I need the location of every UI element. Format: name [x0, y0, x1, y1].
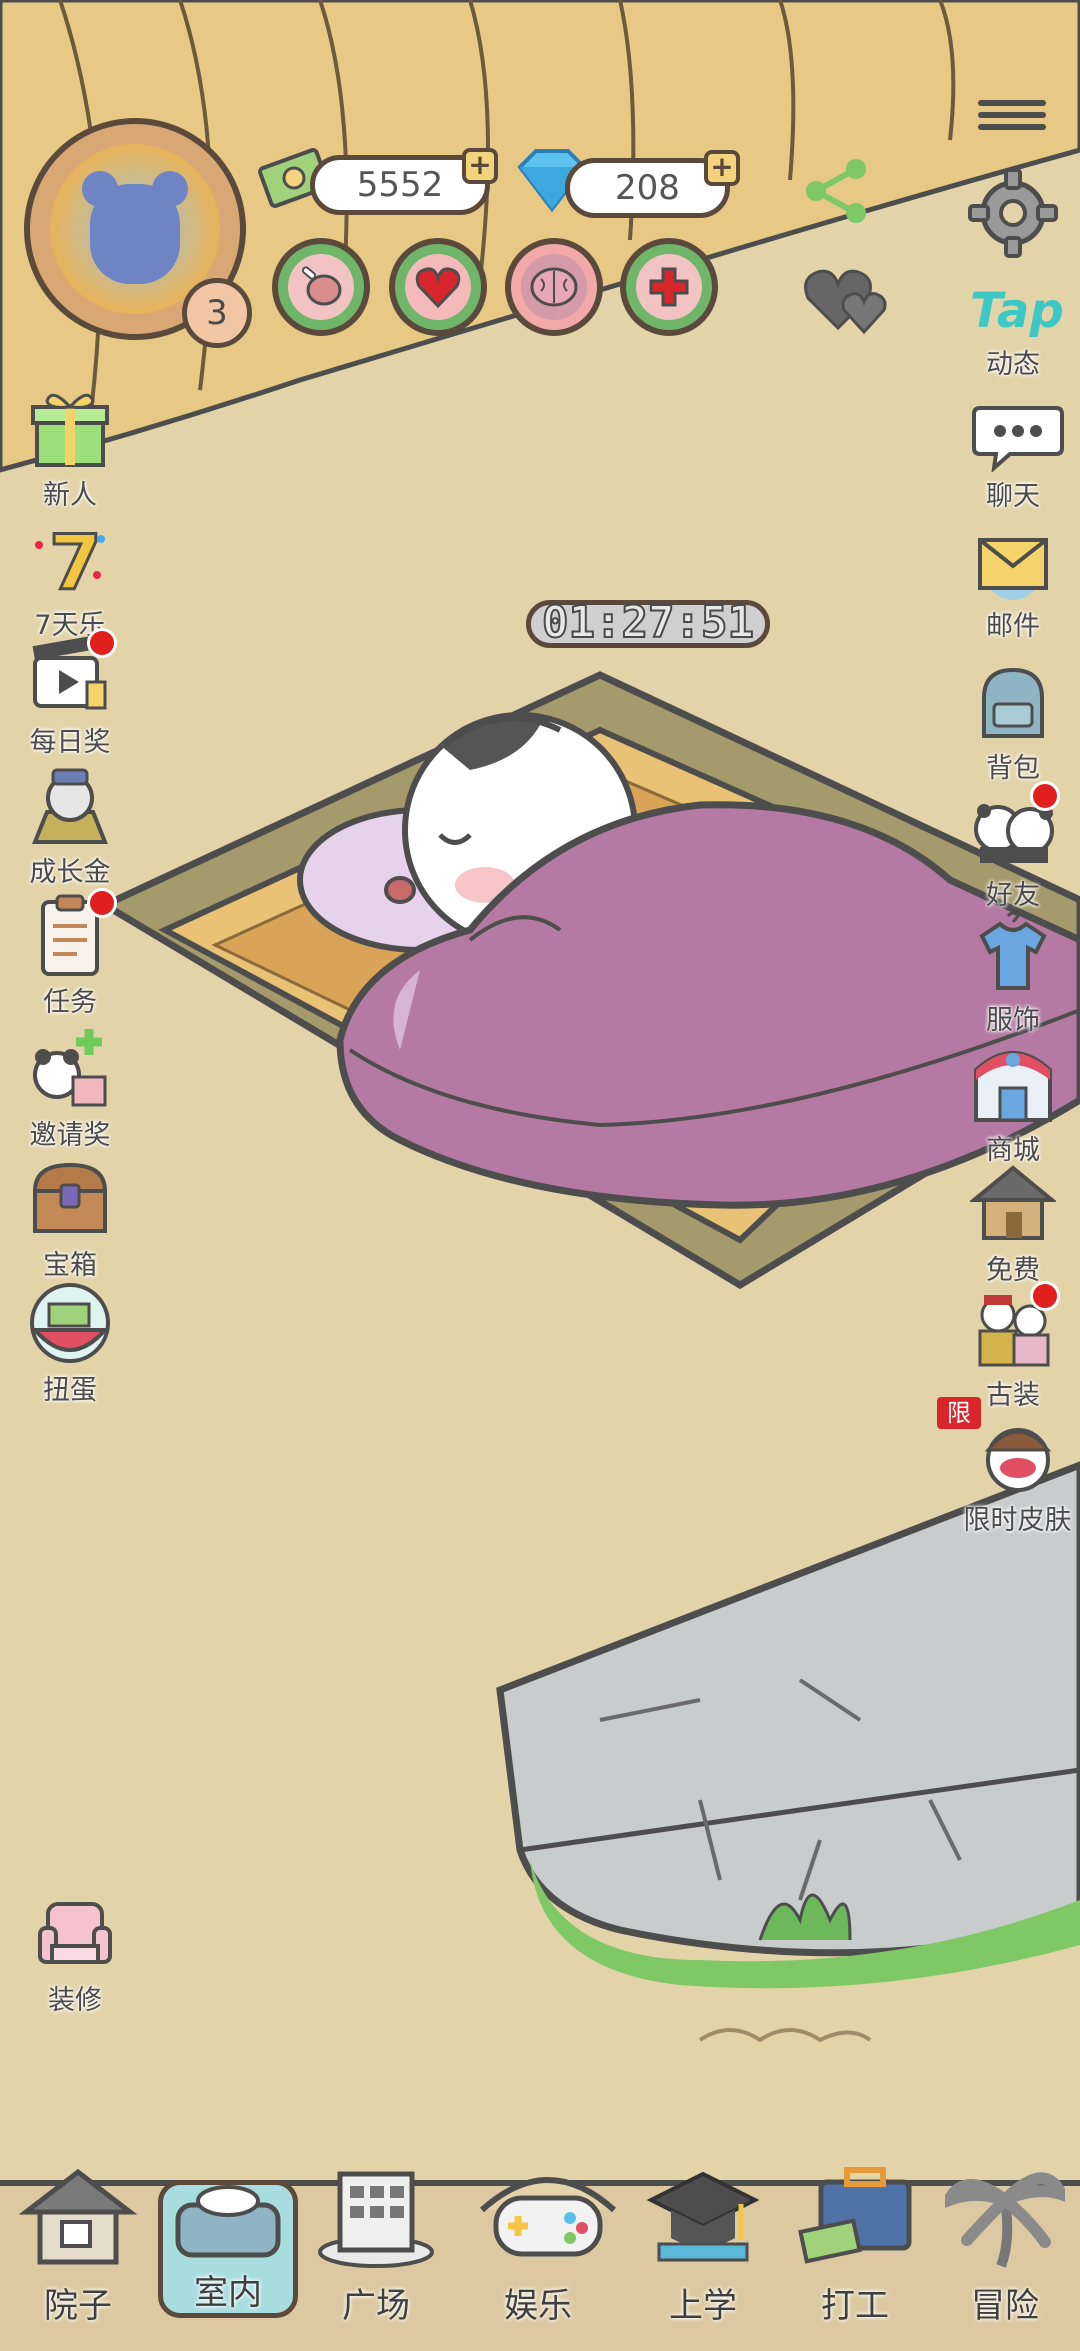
nav-adventure[interactable]: 冒险 [935, 2160, 1075, 2345]
plaza-building-icon [316, 2160, 436, 2270]
right-menu-backpack[interactable]: 背包 [953, 658, 1073, 785]
right-menu-feed[interactable]: Tap 动态 [953, 282, 1073, 381]
heart-icon [405, 254, 471, 320]
indoor-bed-icon [168, 2185, 288, 2263]
level-badge: 3 [182, 278, 252, 348]
room-scene [0, 0, 1080, 2043]
food-stat-button[interactable] [272, 238, 370, 336]
double-heart-icon[interactable] [800, 258, 900, 342]
graduation-cap-icon [643, 2160, 763, 2270]
chat-icon [970, 400, 1064, 474]
task-clipboard-icon [27, 888, 117, 978]
left-menu-gacha[interactable]: 扭蛋 [10, 1280, 130, 1407]
backpack-icon [970, 658, 1056, 744]
left-menu-tasks[interactable]: 任务 [10, 888, 130, 1019]
brain-icon [521, 254, 587, 320]
notification-dot [87, 888, 117, 918]
right-menu-friends[interactable]: 好友 [953, 781, 1073, 912]
panda-silhouette-icon [82, 171, 188, 284]
nav-yard[interactable]: 院子 [8, 2160, 148, 2345]
notification-dot [87, 628, 117, 658]
add-gems-button[interactable]: + [704, 150, 740, 186]
yard-house-icon [18, 2160, 138, 2270]
menu-icon[interactable] [978, 98, 1046, 136]
mail-icon [970, 532, 1056, 602]
right-menu-chat[interactable]: 聊天 [953, 400, 1073, 513]
invite-icon [27, 1025, 113, 1111]
right-menu-limited-skin[interactable]: 限时皮肤 [955, 1410, 1080, 1537]
growth-fund-icon [27, 762, 113, 848]
left-menu-invite[interactable]: 邀请奖 [10, 1025, 130, 1152]
left-menu-new-player[interactable]: 新人 [10, 385, 130, 512]
add-coins-button[interactable]: + [462, 148, 498, 184]
left-menu-growth-fund[interactable]: 成长金 [10, 762, 130, 889]
free-house-icon [968, 1160, 1058, 1246]
ancient-costume-icon [970, 1281, 1060, 1371]
share-icon[interactable] [800, 155, 872, 231]
right-menu-shop[interactable]: 商城 [953, 1040, 1073, 1167]
nav-school[interactable]: 上学 [633, 2160, 773, 2345]
sleep-timer: 01:27:51 [526, 600, 770, 648]
seven-day-icon: 7 [27, 515, 113, 609]
gamepad-icon [478, 2150, 617, 2270]
meat-icon [288, 254, 354, 320]
svg-text:7: 7 [49, 518, 102, 601]
limited-skin-icon [975, 1410, 1061, 1496]
right-menu-mail[interactable]: 邮件 [953, 532, 1073, 643]
left-menu-seven-day[interactable]: 7 7天乐 [10, 515, 130, 642]
settings-gear-icon[interactable] [968, 168, 1058, 262]
friends-icon [970, 781, 1060, 871]
health-stat-button[interactable] [389, 238, 487, 336]
shop-icon [970, 1040, 1056, 1126]
gift-icon [27, 385, 113, 471]
notification-dot [1030, 781, 1060, 811]
add-stat-button[interactable] [620, 238, 718, 336]
clothes-icon [970, 910, 1056, 996]
left-menu-daily-reward[interactable]: 每日奖 [10, 628, 130, 759]
gacha-icon [27, 1280, 113, 1366]
brain-stat-button[interactable] [505, 238, 603, 336]
nav-plaza[interactable]: 广场 [306, 2160, 446, 2345]
treasure-chest-icon [27, 1155, 113, 1241]
armchair-icon [32, 1890, 118, 1976]
tap-icon: Tap [970, 283, 1064, 339]
video-reward-icon [27, 628, 117, 718]
decorate-button[interactable]: 装修 [15, 1890, 135, 2017]
nav-work[interactable]: 打工 [785, 2160, 925, 2345]
palm-tree-icon [936, 2160, 1073, 2270]
stone-slab [496, 1461, 1080, 1957]
left-menu-treasure-chest[interactable]: 宝箱 [10, 1155, 130, 1282]
right-menu-clothes[interactable]: 服饰 [953, 910, 1073, 1037]
notification-dot [1030, 1281, 1060, 1311]
red-plus-icon [636, 254, 702, 320]
nav-entertainment[interactable]: 娱乐 [468, 2150, 617, 2335]
right-menu-free[interactable]: 免费 [953, 1160, 1073, 1287]
briefcase-icon [795, 2160, 915, 2270]
nav-indoor[interactable]: 室内 [158, 2180, 298, 2318]
